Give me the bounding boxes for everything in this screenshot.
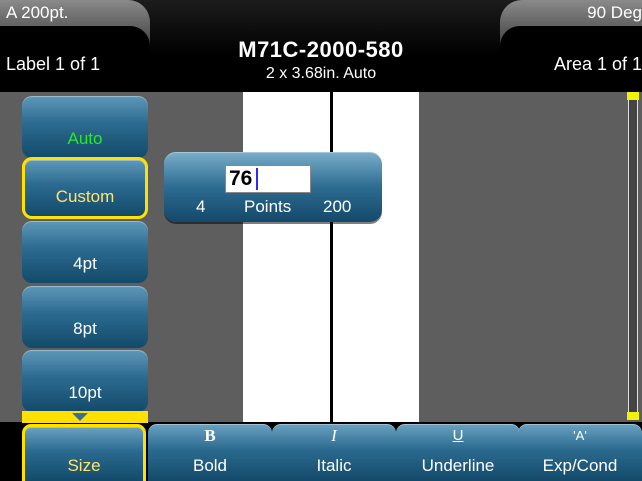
bold-button-label: Bold xyxy=(192,456,228,475)
size-option-4pt[interactable]: 4pt xyxy=(22,221,148,283)
size-option-8pt[interactable]: 8pt xyxy=(22,286,148,348)
part-number: M71C-2000-580 xyxy=(238,37,404,62)
rotation-indicator: 90 Deg xyxy=(587,3,642,22)
italic-icon: I xyxy=(331,426,337,445)
point-size-input[interactable] xyxy=(225,165,311,193)
exp-cond-button[interactable]: 'A' Exp/Cond xyxy=(518,424,642,481)
underline-icon: U xyxy=(452,427,464,444)
point-size-max: 200 xyxy=(323,197,352,216)
underline-button[interactable]: U Underline xyxy=(396,424,520,481)
expand-condense-icon: 'A' xyxy=(573,428,587,443)
size-option-10pt[interactable]: 10pt xyxy=(22,350,148,412)
size-button-label: Size xyxy=(67,456,101,475)
size-option-custom[interactable]: Custom xyxy=(22,157,148,219)
underline-button-label: Underline xyxy=(421,456,495,475)
selection-notch xyxy=(72,413,88,421)
label-dimensions: 2 x 3.68in. Auto xyxy=(265,65,377,82)
scrollbar-bottom-cap xyxy=(627,412,639,420)
exp-cond-button-label: Exp/Cond xyxy=(542,456,618,475)
point-size-unit: Points xyxy=(244,197,292,216)
size-option-label: 8pt xyxy=(73,319,97,338)
input-caret xyxy=(256,168,258,190)
custom-size-popup: 4 Points 200 xyxy=(164,152,382,222)
point-size-min: 4 xyxy=(196,197,206,216)
bold-icon: B xyxy=(204,426,216,445)
size-option-auto[interactable]: Auto xyxy=(22,96,148,158)
size-option-label: Auto xyxy=(67,129,103,148)
size-option-label: 10pt xyxy=(68,383,102,402)
scrollbar-top-cap xyxy=(627,92,639,100)
status-bar: A 200pt. Label 1 of 1 90 Deg Area 1 of 1… xyxy=(0,0,642,92)
bold-button[interactable]: B Bold xyxy=(148,424,272,481)
italic-button[interactable]: I Italic xyxy=(272,424,396,481)
size-button[interactable]: Size xyxy=(22,424,146,481)
font-size-indicator: A 200pt. xyxy=(6,3,69,22)
italic-button-label: Italic xyxy=(316,456,352,475)
size-option-label: Custom xyxy=(55,187,115,206)
text-cursor-line xyxy=(330,92,333,422)
size-option-label: 4pt xyxy=(73,254,97,273)
vertical-scrollbar[interactable] xyxy=(628,92,638,420)
